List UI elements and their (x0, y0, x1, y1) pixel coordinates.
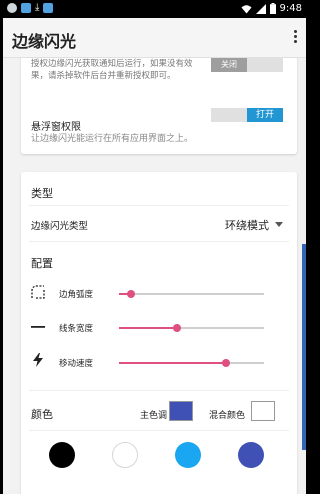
chevron-down-icon[interactable] (275, 222, 283, 227)
app-bar: 边缘闪光 (3, 18, 306, 58)
corner-radius-icon (31, 285, 45, 299)
overlay-permission-toggle[interactable]: 打开 (211, 108, 283, 122)
edge-flash-preview (302, 244, 306, 450)
slider-thumb[interactable] (126, 290, 135, 298)
divider (29, 241, 289, 242)
config-section-title: 配置 (31, 257, 53, 270)
color-section-title: 颜色 (31, 408, 53, 421)
app-screen: ⤓ 9:48 授权边缘闪光获取通知后运行，如果没有效果，请杀掉软件后台并重新授权… (3, 0, 306, 494)
slider-fill (119, 327, 177, 329)
wifi-icon (241, 4, 252, 13)
slider-label: 移动速度 (59, 359, 94, 369)
edge-flash-type-value[interactable]: 环绕模式 (225, 217, 269, 233)
line-width-icon (31, 326, 45, 328)
more-vert-icon[interactable] (294, 30, 298, 45)
page-title: 边缘闪光 (12, 32, 77, 51)
move-speed-slider[interactable] (119, 359, 264, 367)
notification-toggle-track (247, 58, 283, 72)
app-notification-icon (43, 3, 54, 13)
slider-fill (119, 362, 227, 364)
status-bar-system: 9:48 (241, 3, 302, 14)
notification-permission-toggle[interactable]: 关闭 (211, 58, 283, 72)
preset-color-blue[interactable] (175, 442, 201, 468)
battery-icon (269, 3, 276, 14)
clock: 9:48 (279, 3, 302, 14)
download-icon: ⤓ (35, 2, 40, 13)
signal-icon (255, 3, 266, 14)
preset-color-white[interactable] (112, 442, 138, 468)
status-bar-notifications: ⤓ (7, 2, 54, 13)
slider-label: 线条宽度 (59, 324, 94, 334)
overlay-permission-title: 悬浮窗权限 (31, 122, 81, 133)
divider (29, 205, 289, 206)
corner-radius-slider[interactable] (119, 290, 264, 298)
overlay-toggle-track (211, 108, 247, 122)
notification-toggle-off[interactable]: 关闭 (211, 58, 247, 72)
overlay-toggle-on[interactable]: 打开 (247, 108, 283, 122)
edge-flash-type-label: 边缘闪光类型 (31, 221, 89, 232)
primary-color-label: 主色调 (140, 411, 168, 421)
notification-permission-desc: 授权边缘闪光获取通知后运行，如果没有效果，请杀掉软件后台并重新授权即可。 (31, 59, 193, 81)
slider-thumb[interactable] (222, 359, 231, 367)
divider (29, 390, 289, 391)
primary-color-swatch[interactable] (169, 401, 193, 421)
preset-color-black[interactable] (49, 442, 75, 468)
lightning-icon (33, 353, 43, 367)
slider-label: 边角弧度 (59, 290, 94, 300)
slider-thumb[interactable] (173, 324, 181, 332)
mix-color-label: 混合颜色 (209, 411, 246, 421)
app-notification-icon (7, 3, 17, 13)
type-section-title: 类型 (31, 187, 53, 200)
photo-notification-icon (21, 3, 31, 13)
status-bar: ⤓ 9:48 (3, 0, 306, 18)
divider (29, 430, 289, 431)
settings-card: 类型 边缘闪光类型 环绕模式 配置 边角弧度 线条宽度 移动速度 颜色 主色调 … (21, 172, 297, 494)
mix-color-swatch[interactable] (251, 401, 275, 421)
preset-color-indigo[interactable] (238, 442, 264, 468)
line-width-slider[interactable] (119, 324, 264, 332)
overlay-permission-desc: 让边缘闪光能运行在所有应用界面之上。 (31, 134, 194, 144)
